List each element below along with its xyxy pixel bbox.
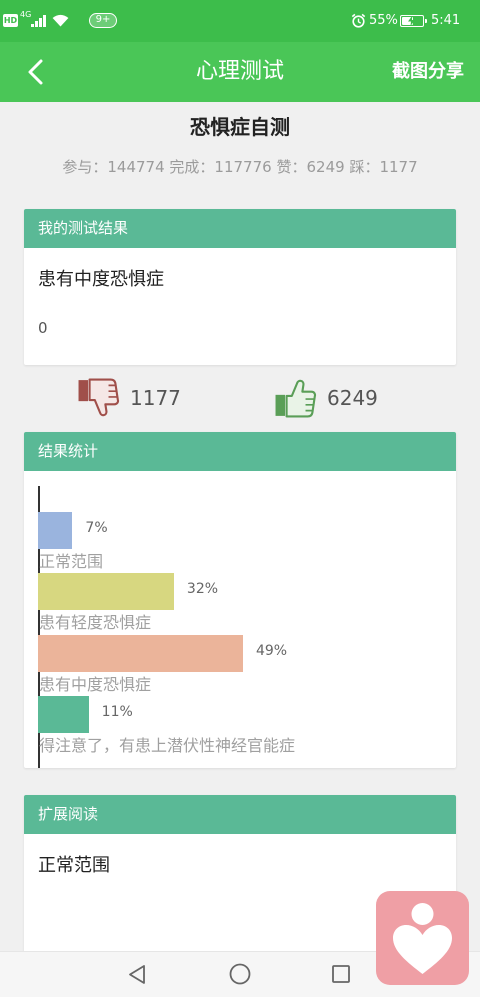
bar-4 [38,695,89,733]
bar-chart: 7% 正常范围 32% 患有轻度恐惧症 49% 患有中度恐惧症 11% 得注意了，有患上潜伏性… [24,471,456,768]
floating-logo-button[interactable] [376,891,469,985]
like-count: 6249 [327,386,378,410]
stat-dislikes-label: 踩： [349,158,380,176]
stat-likes-value: 6249 [306,158,345,176]
heart-person-logo-icon [393,903,452,974]
stat-participants-label: 参与： [62,158,108,176]
like-button[interactable] [273,378,317,418]
network-type-label: 4G [20,10,32,19]
home-circle-icon[interactable] [229,963,251,985]
result-card: 我的测试结果 患有中度恐惧症 0 [24,209,456,365]
bar-value-label-4: 11% [101,703,133,720]
notification-badge: 9+ [89,13,117,28]
battery-charging-icon [400,15,427,27]
bar-1 [38,512,73,549]
recents-square-icon[interactable] [332,965,350,983]
signal-icon [31,15,46,27]
app-screen: HD 4G 9+ 55% 5:41 心理测试 截图分享 恐惧症自测 参与：144… [0,0,480,997]
stat-completed-label: 完成： [169,158,215,176]
wifi-icon [52,14,69,27]
category-label-3: 患有中度恐惧症 [39,674,152,694]
category-label-1: 正常范围 [39,552,104,571]
thumbs-up-icon [275,379,317,418]
thumbs-down-icon [78,378,120,417]
bar-3 [38,634,243,672]
test-title: 恐惧症自测 [190,115,290,139]
result-text: 患有中度恐惧症 [38,269,164,290]
hd-indicator: HD [3,14,18,27]
stat-dislikes-value: 1177 [379,158,418,176]
dislike-button[interactable] [76,378,120,418]
app-header: 心理测试 截图分享 [0,42,480,102]
clock-time: 5:41 [431,13,461,28]
reading-card-header: 扩展阅读 [24,795,456,834]
dislike-count: 1177 [130,386,181,410]
bar-value-label-3: 49% [255,642,288,659]
stats-card: 结果统计 7% 正常范围 32% 患有轻度恐惧症 49% 患有中度恐惧症 11% 得注意了，有… [24,432,456,768]
stat-participants-value: 144774 [107,158,165,176]
alarm-icon [351,13,366,28]
reading-content: 正常范围 [38,855,110,876]
screenshot-share-button[interactable]: 截图分享 [392,42,464,102]
test-stats: 参与：144774 完成：117776 赞：6249 踩：1177 [0,157,480,177]
result-card-header: 我的测试结果 [24,209,456,248]
battery-percent: 55% [369,13,398,28]
category-label-4: 得注意了，有患上潜伏性神经官能症 [39,735,296,755]
status-bar: HD 4G 9+ 55% 5:41 [0,0,480,42]
bar-value-label-1: 7% [85,520,108,536]
stat-likes-label: 赞： [276,158,307,176]
back-triangle-icon[interactable] [127,964,147,985]
bar-value-label-2: 32% [186,581,219,598]
stat-completed-value: 117776 [214,158,272,176]
charging-bolt-icon [408,16,415,26]
stats-card-header: 结果统计 [24,432,456,471]
result-score: 0 [38,319,48,337]
category-label-2: 患有轻度恐惧症 [39,613,152,633]
bar-2 [38,573,174,611]
